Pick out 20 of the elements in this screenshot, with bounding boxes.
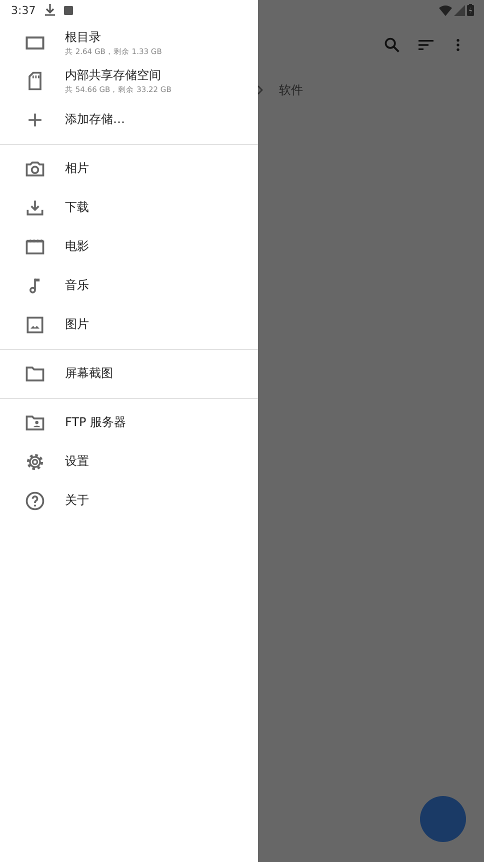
- battery-icon: [467, 4, 474, 16]
- notification-icon: [64, 6, 73, 14]
- drawer-item[interactable]: FTP 服务器: [0, 403, 258, 442]
- download-icon: [44, 4, 55, 16]
- help-icon: [24, 490, 46, 512]
- chevron-icon: [258, 85, 263, 95]
- drawer-item[interactable]: 相片: [0, 149, 258, 188]
- drawer-item[interactable]: 设置: [0, 442, 258, 481]
- search-icon[interactable]: [382, 35, 402, 55]
- drawer-item[interactable]: 关于: [0, 481, 258, 520]
- drawer-item[interactable]: 图片: [0, 305, 258, 344]
- fab-button[interactable]: [420, 796, 466, 842]
- drawer-item[interactable]: 添加存储…: [0, 100, 258, 139]
- clock: 3:37: [11, 4, 36, 16]
- wifi-icon: [439, 4, 452, 16]
- drawer-item[interactable]: 电影: [0, 227, 258, 266]
- drawer-item[interactable]: 屏幕截图: [0, 354, 258, 393]
- drawer-item[interactable]: 下载: [0, 188, 258, 227]
- drawer-item[interactable]: 音乐: [0, 266, 258, 305]
- signal-icon: [454, 4, 465, 16]
